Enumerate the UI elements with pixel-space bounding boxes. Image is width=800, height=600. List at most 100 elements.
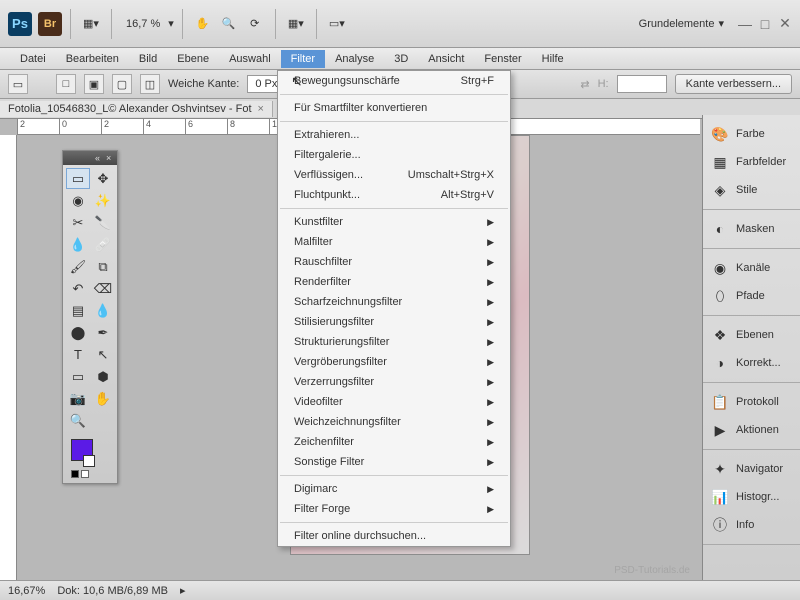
- panel-pfade[interactable]: ⬯Pfade: [703, 282, 800, 310]
- menu-hilfe[interactable]: Hilfe: [532, 50, 574, 68]
- panel-protokoll[interactable]: 📋Protokoll: [703, 388, 800, 416]
- rotate-icon[interactable]: ⟳: [243, 12, 267, 36]
- sel-subtract-icon[interactable]: ▢: [112, 74, 132, 94]
- launch-icon[interactable]: ▦▾: [79, 12, 103, 36]
- swap-icon[interactable]: ⇄: [580, 78, 589, 91]
- background-color[interactable]: [83, 455, 95, 467]
- filter-liquify[interactable]: Verflüssigen...Umschalt+Strg+X: [278, 165, 510, 185]
- eyedropper-tool[interactable]: 💧: [66, 234, 90, 255]
- maximize-icon[interactable]: □: [758, 17, 772, 31]
- menu-datei[interactable]: Datei: [10, 50, 56, 68]
- dodge-tool[interactable]: ⬤: [66, 322, 90, 343]
- zoom-display[interactable]: 16,7 %: [120, 16, 166, 32]
- pen-tool[interactable]: ✒: [91, 322, 115, 343]
- status-doc[interactable]: Dok: 10,6 MB/6,89 MB: [57, 585, 168, 597]
- marquee-tool[interactable]: ▭: [66, 168, 90, 189]
- blur-tool[interactable]: 💧: [91, 300, 115, 321]
- panel-farbfelder[interactable]: ▦Farbfelder: [703, 148, 800, 176]
- crop-tool[interactable]: ✂: [66, 212, 90, 233]
- filter-sub[interactable]: Vergröberungsfilter▶: [278, 352, 510, 372]
- history-brush-tool[interactable]: ↶: [66, 278, 90, 299]
- filter-sub[interactable]: Videofilter▶: [278, 392, 510, 412]
- toolbox-collapse-icon[interactable]: «: [95, 154, 103, 162]
- filter-extract[interactable]: Extrahieren...: [278, 125, 510, 145]
- type-tool[interactable]: T: [66, 344, 90, 365]
- tool-preset-icon[interactable]: ▭: [8, 74, 28, 94]
- document-tab[interactable]: Fotolia_10546830_L© Alexander Oshvintsev…: [0, 101, 273, 117]
- panel-histogr...[interactable]: 📊Histogr...: [703, 483, 800, 511]
- filter-sub[interactable]: Stilisierungsfilter▶: [278, 312, 510, 332]
- filter-sub[interactable]: Renderfilter▶: [278, 272, 510, 292]
- filter-smartfilter[interactable]: Für Smartfilter konvertieren: [278, 98, 510, 118]
- filter-gallery[interactable]: Filtergalerie...: [278, 145, 510, 165]
- panel-stile[interactable]: ◈Stile: [703, 176, 800, 204]
- minimize-icon[interactable]: —: [738, 17, 752, 31]
- height-input[interactable]: [617, 75, 667, 93]
- hand-icon[interactable]: ✋: [191, 12, 215, 36]
- status-zoom[interactable]: 16,67%: [8, 585, 45, 597]
- menu-bild[interactable]: Bild: [129, 50, 167, 68]
- panel-korrekt...[interactable]: ◑Korrekt...: [703, 349, 800, 377]
- filter-menu-dropdown: BewegungsunschärfeStrg+F Für Smartfilter…: [277, 70, 511, 547]
- tab-close-icon[interactable]: ×: [258, 103, 264, 115]
- filter-last[interactable]: BewegungsunschärfeStrg+F: [278, 71, 510, 91]
- filter-sub[interactable]: Verzerrungsfilter▶: [278, 372, 510, 392]
- panel-info[interactable]: ⓘInfo: [703, 511, 800, 539]
- panel-farbe[interactable]: 🎨Farbe: [703, 120, 800, 148]
- filter-plugin[interactable]: Digimarc▶: [278, 479, 510, 499]
- shape-tool[interactable]: ▭: [66, 366, 90, 387]
- move-tool[interactable]: ✥: [91, 168, 115, 189]
- arrange-icon[interactable]: ▦▾: [284, 12, 308, 36]
- filter-sub[interactable]: Rauschfilter▶: [278, 252, 510, 272]
- filter-sub[interactable]: Sonstige Filter▶: [278, 452, 510, 472]
- menu-bearbeiten[interactable]: Bearbeiten: [56, 50, 129, 68]
- close-icon[interactable]: ✕: [778, 17, 792, 31]
- toolbox-close-icon[interactable]: ×: [106, 154, 114, 162]
- filter-sub[interactable]: Zeichenfilter▶: [278, 432, 510, 452]
- refine-edge-button[interactable]: Kante verbessern...: [675, 74, 792, 94]
- heal-tool[interactable]: 🩹: [91, 234, 115, 255]
- menu-filter[interactable]: Filter: [281, 50, 325, 68]
- stamp-tool[interactable]: ⧉: [91, 256, 115, 277]
- filter-sub[interactable]: Strukturierungsfilter▶: [278, 332, 510, 352]
- 3d-tool[interactable]: ⬢: [91, 366, 115, 387]
- brush-tool[interactable]: 🖌: [66, 256, 90, 277]
- menu-auswahl[interactable]: Auswahl: [219, 50, 281, 68]
- panel-navigator[interactable]: ✦Navigator: [703, 455, 800, 483]
- wand-tool[interactable]: ✨: [91, 190, 115, 211]
- screenmode-icon[interactable]: ▭▾: [325, 12, 349, 36]
- panel-ebenen[interactable]: ❖Ebenen: [703, 321, 800, 349]
- sel-new-icon[interactable]: □: [56, 74, 76, 94]
- menu-ebene[interactable]: Ebene: [167, 50, 219, 68]
- menu-ansicht[interactable]: Ansicht: [418, 50, 474, 68]
- sel-add-icon[interactable]: ▣: [84, 74, 104, 94]
- filter-plugin[interactable]: Filter Forge▶: [278, 499, 510, 519]
- filter-vanish[interactable]: Fluchtpunkt...Alt+Strg+V: [278, 185, 510, 205]
- panel-kanäle[interactable]: ◉Kanäle: [703, 254, 800, 282]
- menu-analyse[interactable]: Analyse: [325, 50, 384, 68]
- menu-fenster[interactable]: Fenster: [474, 50, 531, 68]
- filter-sub[interactable]: Weichzeichnungsfilter▶: [278, 412, 510, 432]
- color-swatches[interactable]: [63, 434, 117, 483]
- filter-sub[interactable]: Scharfzeichnungsfilter▶: [278, 292, 510, 312]
- eraser-tool[interactable]: ⌫: [91, 278, 115, 299]
- panel-aktionen[interactable]: ▶Aktionen: [703, 416, 800, 444]
- app-icon-photoshop[interactable]: Ps: [8, 12, 32, 36]
- sel-intersect-icon[interactable]: ◫: [140, 74, 160, 94]
- lasso-tool[interactable]: ◉: [66, 190, 90, 211]
- status-arrow-icon[interactable]: ▸: [180, 584, 186, 597]
- workspace-selector[interactable]: Grundelemente▾: [631, 15, 732, 32]
- filter-browse[interactable]: Filter online durchsuchen...: [278, 526, 510, 546]
- app-icon-bridge[interactable]: Br: [38, 12, 62, 36]
- filter-sub[interactable]: Malfilter▶: [278, 232, 510, 252]
- filter-sub[interactable]: Kunstfilter▶: [278, 212, 510, 232]
- menu-3d[interactable]: 3D: [384, 50, 418, 68]
- slice-tool[interactable]: 🔪: [91, 212, 115, 233]
- 3d-camera-tool[interactable]: 📷: [66, 388, 90, 409]
- gradient-tool[interactable]: ▤: [66, 300, 90, 321]
- zoom-tool[interactable]: 🔍: [66, 410, 90, 431]
- path-tool[interactable]: ↖: [91, 344, 115, 365]
- zoom-icon[interactable]: 🔍: [217, 12, 241, 36]
- panel-masken[interactable]: ◐Masken: [703, 215, 800, 243]
- hand-tool[interactable]: ✋: [91, 388, 115, 409]
